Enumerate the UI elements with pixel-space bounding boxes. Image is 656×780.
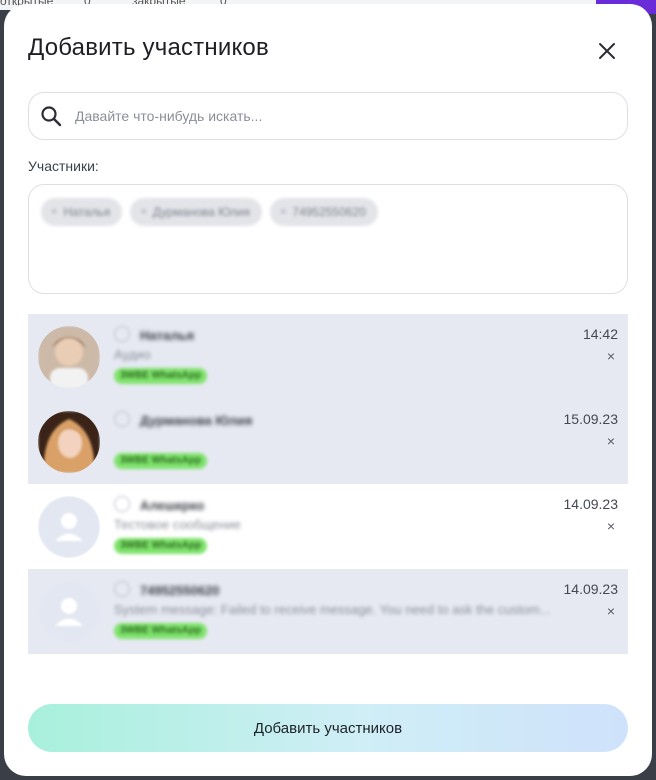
contact-name: Дурманова Юлия [140,413,253,428]
contact-name: Алешкрко [140,498,205,513]
avatar [38,326,100,388]
chip-label: 74952550620 [292,205,366,219]
participants-label: Участники: [28,158,99,174]
contact-name: Наталья [140,328,195,343]
remove-contact-icon[interactable]: × [604,518,618,534]
contact-row[interactable]: Алешкрко Тестовое сообщение 3WBE WhatsApp 1… [28,484,628,569]
search-icon [41,106,62,127]
participant-chip[interactable]: × 74952550620 [269,198,378,226]
remove-contact-icon[interactable]: × [604,433,618,449]
participant-chip[interactable]: × Наталья [41,198,123,226]
remove-contact-icon[interactable]: × [604,603,618,619]
chip-remove-icon[interactable]: × [51,206,57,218]
contact-time: 15.09.23 [563,411,619,427]
add-participants-modal: Добавить участников Участники: ×Наталья×… [4,4,652,776]
chip-label: Дурманова Юлия [152,205,250,219]
search-input[interactable] [73,107,577,125]
participants-box[interactable]: × Наталья × Дурманова Юлия × 74952550620 [28,184,628,294]
contact-last-message: Тестовое сообщение [114,517,241,532]
contact-name: 74952550620 [140,583,220,598]
remove-contact-icon[interactable]: × [604,348,618,364]
contact-time: 14:42 [582,326,618,342]
channel-badge: 3WBE WhatsApp [114,368,208,384]
contact-checkbox[interactable] [114,411,130,427]
channel-badge: 3WBE WhatsApp [114,623,208,639]
contacts-list: Наталья Аудио 3WBE WhatsApp 14:42 × Дурманова… [28,314,628,654]
close-icon[interactable] [594,38,620,64]
chip-remove-icon[interactable]: × [280,206,286,218]
channel-badge: 3WBE WhatsApp [114,453,208,469]
channel-badge: 3WBE WhatsApp [114,538,208,554]
contact-row[interactable]: Дурманова Юлия 3WBE WhatsApp 15.09.23 × [28,399,628,484]
search-field[interactable] [28,92,628,140]
default-avatar-icon [38,581,100,643]
modal-title: Добавить участников [28,34,269,61]
contact-checkbox[interactable] [114,496,130,512]
chip-label: Наталья [63,205,111,219]
avatar [38,411,100,473]
add-participants-button[interactable]: Добавить участников [28,704,628,752]
contact-last-message: System message: Failed to receive messag… [114,602,551,617]
chip-remove-icon[interactable]: × [140,206,146,218]
default-avatar-icon [38,496,100,558]
participant-chip[interactable]: × Дурманова Юлия [130,198,262,226]
contact-row[interactable]: 74952550620 System message: Failed to rec… [28,569,628,654]
contact-time: 14.09.23 [563,496,619,512]
contact-row[interactable]: Наталья Аудио 3WBE WhatsApp 14:42 × [28,314,628,399]
contact-last-message: Аудио [114,347,151,362]
contact-time: 14.09.23 [563,581,619,597]
contact-checkbox[interactable] [114,581,130,597]
contact-checkbox[interactable] [114,326,130,342]
